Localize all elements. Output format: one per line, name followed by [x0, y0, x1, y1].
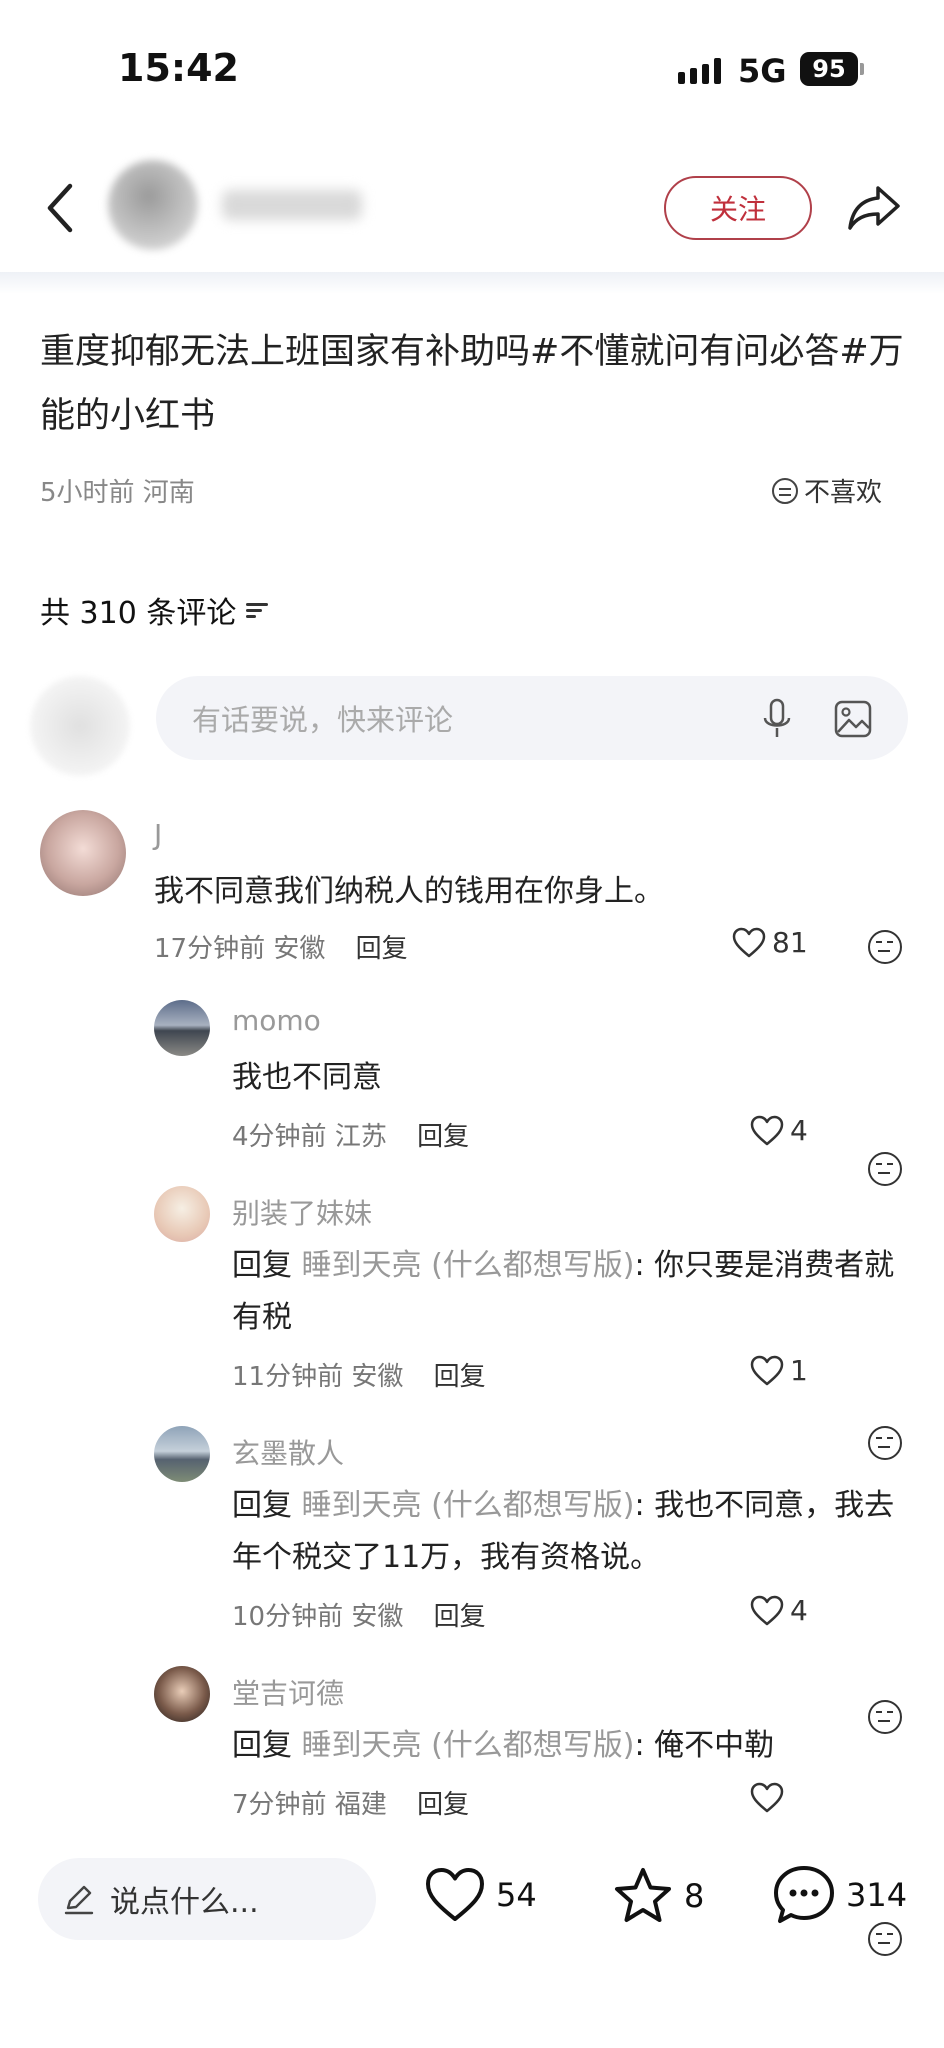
like-count: 81	[772, 926, 808, 959]
comments-button[interactable]: 314	[772, 1864, 907, 1926]
like-count: 1	[790, 1354, 808, 1387]
comment-username[interactable]: 堂吉诃德	[232, 1672, 344, 1712]
dislike-label: 不喜欢	[804, 478, 883, 508]
comment-meta: 7分钟前 福建 回复	[232, 1784, 469, 1821]
sort-icon[interactable]	[246, 601, 269, 619]
comment-time: 4分钟前	[232, 1122, 327, 1152]
comment-input-placeholder: 有话要说，快来评论	[192, 703, 454, 737]
comment-meta: 17分钟前 安徽 回复	[154, 928, 408, 965]
comment-location: 安徽	[351, 1602, 404, 1632]
follow-button[interactable]: 关注	[664, 176, 812, 240]
comment-item: J 我不同意我们纳税人的钱用在你身上。 17分钟前 安徽 回复 81	[0, 0, 944, 964]
post-comment-count: 314	[846, 1876, 908, 1914]
comment-username[interactable]: 别装了妹妹	[232, 1192, 372, 1232]
comment-input[interactable]: 有话要说，快来评论	[156, 676, 908, 760]
reply-button[interactable]: 回复	[417, 1122, 469, 1152]
comment-meta: 4分钟前 江苏 回复	[232, 1116, 469, 1153]
comment-count-label: 共 310 条评论	[40, 596, 237, 631]
comment-text: 回复 睡到天亮 (什么都想写版): 你只要是消费者就有税	[232, 1240, 912, 1344]
reply-to-user[interactable]: 睡到天亮 (什么都想写版)	[302, 1248, 635, 1283]
comment-username[interactable]: J	[154, 818, 162, 851]
reply-item: 玄墨散人 回复 睡到天亮 (什么都想写版): 我也不同意，我去年个税交了11万，…	[0, 102, 944, 1734]
post-like-count: 54	[496, 1876, 537, 1914]
comment-time: 10分钟前	[232, 1602, 344, 1632]
status-time: 15:42	[118, 46, 239, 90]
image-icon[interactable]	[834, 700, 872, 738]
heart-icon	[750, 1595, 784, 1625]
like-post-button[interactable]: 54	[424, 1866, 537, 1924]
bottom-input-label: 说点什么...	[110, 1885, 259, 1920]
dislike-face-icon[interactable]	[868, 1426, 902, 1460]
comment-time: 11分钟前	[232, 1362, 344, 1392]
battery-nub	[860, 63, 864, 75]
reply-to-user[interactable]: 睡到天亮 (什么都想写版)	[302, 1728, 635, 1763]
like-button[interactable]: 4	[750, 1594, 808, 1627]
avatar[interactable]	[154, 1666, 210, 1722]
like-button[interactable]: 4	[750, 1114, 808, 1147]
bottom-comment-input[interactable]: 说点什么...	[38, 1858, 376, 1940]
reply-button[interactable]: 回复	[356, 934, 408, 964]
reply-prefix: 回复	[232, 1248, 292, 1283]
dislike-face-icon[interactable]	[868, 1922, 902, 1956]
signal-icon	[678, 58, 721, 84]
pencil-icon	[64, 1885, 94, 1915]
like-count: 4	[790, 1114, 808, 1147]
reply-button[interactable]: 回复	[417, 1790, 469, 1820]
comment-count[interactable]: 共 310 条评论	[40, 588, 269, 632]
avatar[interactable]	[154, 1000, 210, 1056]
comment-username[interactable]: 玄墨散人	[232, 1432, 344, 1472]
reply-button[interactable]: 回复	[434, 1602, 486, 1632]
like-button[interactable]: 1	[750, 1354, 808, 1387]
comment-time: 7分钟前	[232, 1790, 327, 1820]
post-title: 重度抑郁无法上班国家有补助吗#不懂就问有问必答#万能的小红书	[40, 332, 904, 436]
network-label: 5G	[738, 52, 787, 90]
comment-location: 安徽	[351, 1362, 404, 1392]
heart-icon	[750, 1115, 784, 1145]
post-favorite-count: 8	[684, 1877, 705, 1915]
back-icon[interactable]	[42, 180, 82, 236]
avatar[interactable]	[154, 1186, 210, 1242]
my-avatar	[30, 676, 130, 776]
comment-text: 回复 睡到天亮 (什么都想写版): 我也不同意，我去年个税交了11万，我有资格说…	[232, 1480, 912, 1584]
dislike-face-icon	[772, 477, 798, 504]
star-icon	[615, 1868, 671, 1922]
comment-meta: 10分钟前 安徽 回复	[232, 1596, 486, 1633]
dislike-button[interactable]: 不喜欢	[772, 472, 882, 509]
avatar[interactable]	[154, 1426, 210, 1482]
reply-prefix: 回复	[232, 1728, 292, 1763]
like-button[interactable]	[750, 1782, 790, 1814]
share-icon[interactable]	[846, 180, 902, 236]
comment-username[interactable]: momo	[232, 1004, 321, 1037]
reply-to-user[interactable]: 睡到天亮 (什么都想写版)	[302, 1488, 635, 1523]
like-count: 4	[790, 1594, 808, 1627]
mic-icon[interactable]	[762, 698, 792, 740]
avatar[interactable]	[40, 810, 126, 896]
comment-location: 福建	[334, 1790, 387, 1820]
comment-text: 我也不同意	[232, 1060, 382, 1095]
favorite-button[interactable]: 8	[612, 1866, 704, 1926]
heart-icon	[732, 927, 766, 957]
comment-location: 安徽	[273, 934, 326, 964]
comment-location: 江苏	[334, 1122, 387, 1152]
post-meta: 5小时前 河南	[40, 478, 195, 508]
heart-icon	[750, 1355, 784, 1385]
reply-button[interactable]: 回复	[434, 1362, 486, 1392]
comment-time: 17分钟前	[154, 934, 266, 964]
nav-divider	[0, 272, 944, 294]
reply-body: : 俺不中勒	[634, 1728, 775, 1763]
battery-icon: 95	[800, 52, 858, 86]
chat-bubble-icon	[774, 1866, 834, 1923]
comment-text: 我不同意我们纳税人的钱用在你身上。	[154, 874, 664, 909]
comment-meta: 11分钟前 安徽 回复	[232, 1356, 486, 1393]
dislike-face-icon[interactable]	[868, 930, 902, 964]
like-button[interactable]: 81	[732, 926, 808, 959]
dislike-face-icon[interactable]	[868, 1152, 902, 1186]
heart-icon	[750, 1782, 784, 1813]
author-avatar[interactable]	[108, 160, 198, 250]
author-name[interactable]	[222, 190, 362, 220]
heart-icon	[426, 1868, 484, 1921]
reply-prefix: 回复	[232, 1488, 292, 1523]
comment-text: 回复 睡到天亮 (什么都想写版): 俺不中勒	[232, 1720, 912, 1772]
